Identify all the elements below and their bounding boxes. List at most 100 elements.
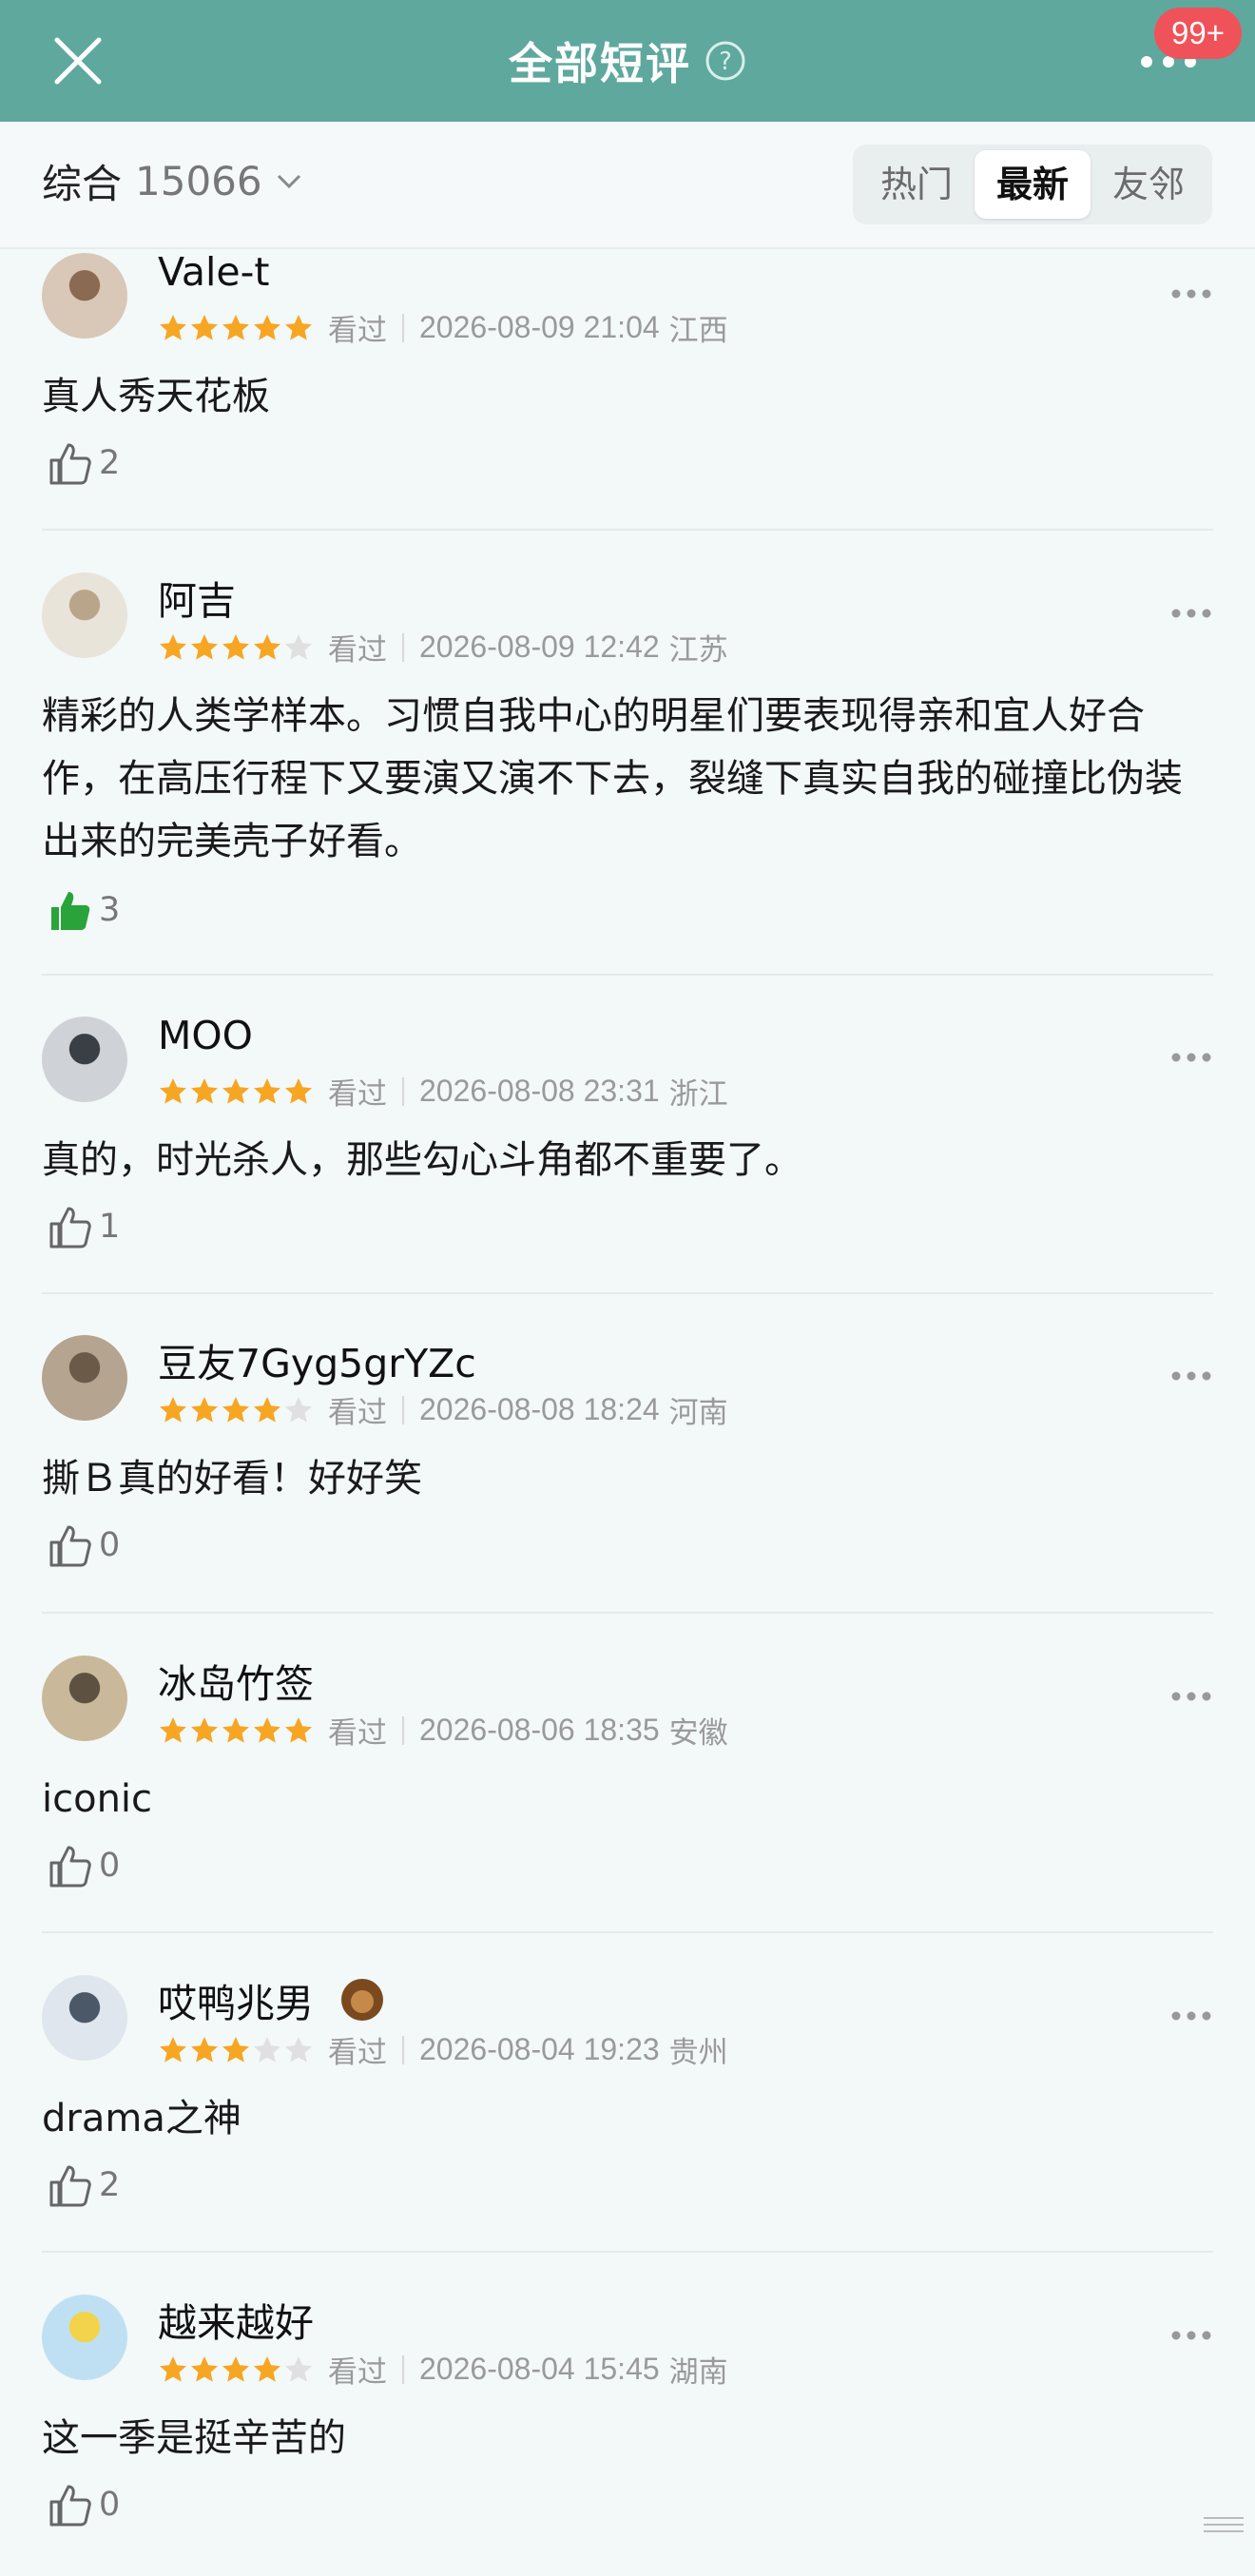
watched-label: 看过 xyxy=(328,314,387,348)
more-options-icon[interactable] xyxy=(1169,287,1213,300)
username[interactable]: 越来越好 xyxy=(158,2291,314,2348)
like-button[interactable]: 2 xyxy=(46,2161,120,2209)
review-divider xyxy=(42,1931,1213,1933)
username[interactable]: 阿吉 xyxy=(158,569,236,626)
like-button[interactable]: 0 xyxy=(46,1521,120,1569)
username[interactable]: 豆友7Gyg5grYZc xyxy=(158,1331,476,1388)
review-count: 15066 xyxy=(135,158,262,204)
username[interactable]: Vale-t xyxy=(158,249,269,295)
watched-label: 看过 xyxy=(328,1716,387,1751)
avatar[interactable] xyxy=(42,1335,127,1421)
more-options-icon[interactable] xyxy=(1169,1369,1213,1383)
more-options-icon[interactable] xyxy=(1169,2009,1213,2023)
thumbs-up-icon xyxy=(49,2165,91,2207)
star-icon xyxy=(285,1396,312,1423)
review-text: 真人秀天花板 xyxy=(42,375,270,418)
top-bar: 全部短评 ? 99+ xyxy=(0,0,1255,122)
review-item: 豆友7Gyg5grYZc 看过 2026-08-08 18:24 河南 撕Ｂ真的好看！好… xyxy=(42,1331,1213,1617)
username-text: MOO xyxy=(158,1013,253,1058)
review-divider xyxy=(42,974,1213,976)
divider xyxy=(402,313,404,342)
like-button[interactable]: 1 xyxy=(46,1203,120,1250)
star-icon xyxy=(191,2355,218,2382)
review-item: 冰岛竹签 看过 2026-08-06 18:35 安徽 iconic 0 xyxy=(42,1652,1213,1937)
review-datetime: 2026-08-08 18:24 xyxy=(419,1392,660,1426)
review-divider xyxy=(42,1292,1213,1294)
more-options-icon[interactable] xyxy=(1169,607,1213,620)
more-options-icon[interactable] xyxy=(1169,1051,1213,1064)
star-icon xyxy=(222,1077,249,1104)
star-icon xyxy=(254,1716,280,1743)
review-text: iconic xyxy=(42,1777,153,1821)
tab-hot[interactable]: 热门 xyxy=(859,150,975,219)
username-text: 冰岛竹签 xyxy=(158,1661,314,1707)
star-icon xyxy=(254,1077,280,1104)
watched-label: 看过 xyxy=(328,1396,387,1430)
star-icon xyxy=(160,1716,186,1743)
star-rating xyxy=(158,313,315,343)
more-options-icon[interactable] xyxy=(1169,2329,1213,2342)
review-location: 浙江 xyxy=(668,1077,728,1112)
watched-label: 看过 xyxy=(328,1077,387,1112)
like-button[interactable]: 2 xyxy=(46,439,120,487)
avatar[interactable] xyxy=(42,1975,127,2061)
star-rating xyxy=(158,1395,315,1425)
thumbs-up-icon xyxy=(49,2485,91,2527)
avatar[interactable] xyxy=(42,1017,127,1102)
avatar[interactable] xyxy=(42,572,127,658)
star-rating xyxy=(158,1076,315,1107)
like-button[interactable]: 0 xyxy=(46,2481,120,2528)
watched-label: 看过 xyxy=(328,2036,387,2070)
avatar[interactable] xyxy=(42,2295,127,2380)
like-count: 0 xyxy=(99,2486,121,2524)
review-text: 精彩的人类学样本。习惯自我中心的明星们要表现得亲和宜人好合作，在高压行程下又要演… xyxy=(42,694,1183,863)
review-datetime: 2026-08-06 18:35 xyxy=(419,1713,660,1747)
username-text: Vale-t xyxy=(158,249,270,295)
avatar[interactable] xyxy=(42,1656,127,1741)
star-icon xyxy=(285,314,312,340)
sort-dropdown[interactable]: 综合 15066 xyxy=(42,152,302,210)
watched-label: 看过 xyxy=(328,2355,387,2390)
review-datetime: 2026-08-08 23:31 xyxy=(419,1074,660,1108)
sort-segmented-control: 热门 最新 友邻 xyxy=(853,145,1212,224)
tab-friends[interactable]: 友邻 xyxy=(1091,150,1207,219)
like-button[interactable]: 0 xyxy=(46,1842,120,1889)
star-icon xyxy=(191,314,218,340)
review-divider xyxy=(42,2251,1213,2253)
star-icon xyxy=(254,633,280,660)
review-location: 江西 xyxy=(668,314,728,348)
review-meta: 看过 2026-08-04 15:45 湖南 xyxy=(158,2348,728,2391)
username[interactable]: 哎鸭兆男 xyxy=(158,1971,386,2028)
divider xyxy=(402,2035,404,2064)
notification-badge: 99+ xyxy=(1154,8,1242,59)
like-button[interactable]: 3 xyxy=(46,886,120,934)
scroll-handle-icon[interactable] xyxy=(1200,2510,1247,2539)
tab-latest[interactable]: 最新 xyxy=(975,150,1091,219)
star-icon xyxy=(222,2355,249,2382)
username[interactable]: MOO xyxy=(158,1013,253,1058)
divider xyxy=(402,632,404,662)
review-datetime: 2026-08-09 21:04 xyxy=(419,310,660,344)
star-icon xyxy=(160,1077,186,1104)
star-icon xyxy=(222,633,249,660)
divider xyxy=(402,1395,404,1424)
review-location: 河南 xyxy=(668,1396,728,1430)
review-datetime: 2026-08-04 15:45 xyxy=(419,2352,660,2386)
like-count: 2 xyxy=(99,444,121,482)
username[interactable]: 冰岛竹签 xyxy=(158,1652,314,1709)
username-text: 哎鸭兆男 xyxy=(158,1981,314,2026)
divider xyxy=(402,1715,404,1745)
star-icon xyxy=(254,314,280,340)
star-rating xyxy=(158,2035,315,2065)
question-circle-icon[interactable]: ? xyxy=(705,40,746,82)
review-meta: 看过 2026-08-04 19:23 贵州 xyxy=(158,2028,728,2071)
star-icon xyxy=(160,2036,186,2063)
avatar[interactable] xyxy=(42,253,127,339)
review-meta: 看过 2026-08-08 23:31 浙江 xyxy=(158,1070,728,1113)
review-meta: 看过 2026-08-06 18:35 安徽 xyxy=(158,1709,728,1752)
star-icon xyxy=(222,1396,249,1423)
review-meta: 看过 2026-08-09 12:42 江苏 xyxy=(158,626,728,668)
close-icon[interactable] xyxy=(48,30,108,91)
review-text: 这一季是挺辛苦的 xyxy=(42,2416,346,2460)
more-options-icon[interactable] xyxy=(1169,1690,1213,1703)
